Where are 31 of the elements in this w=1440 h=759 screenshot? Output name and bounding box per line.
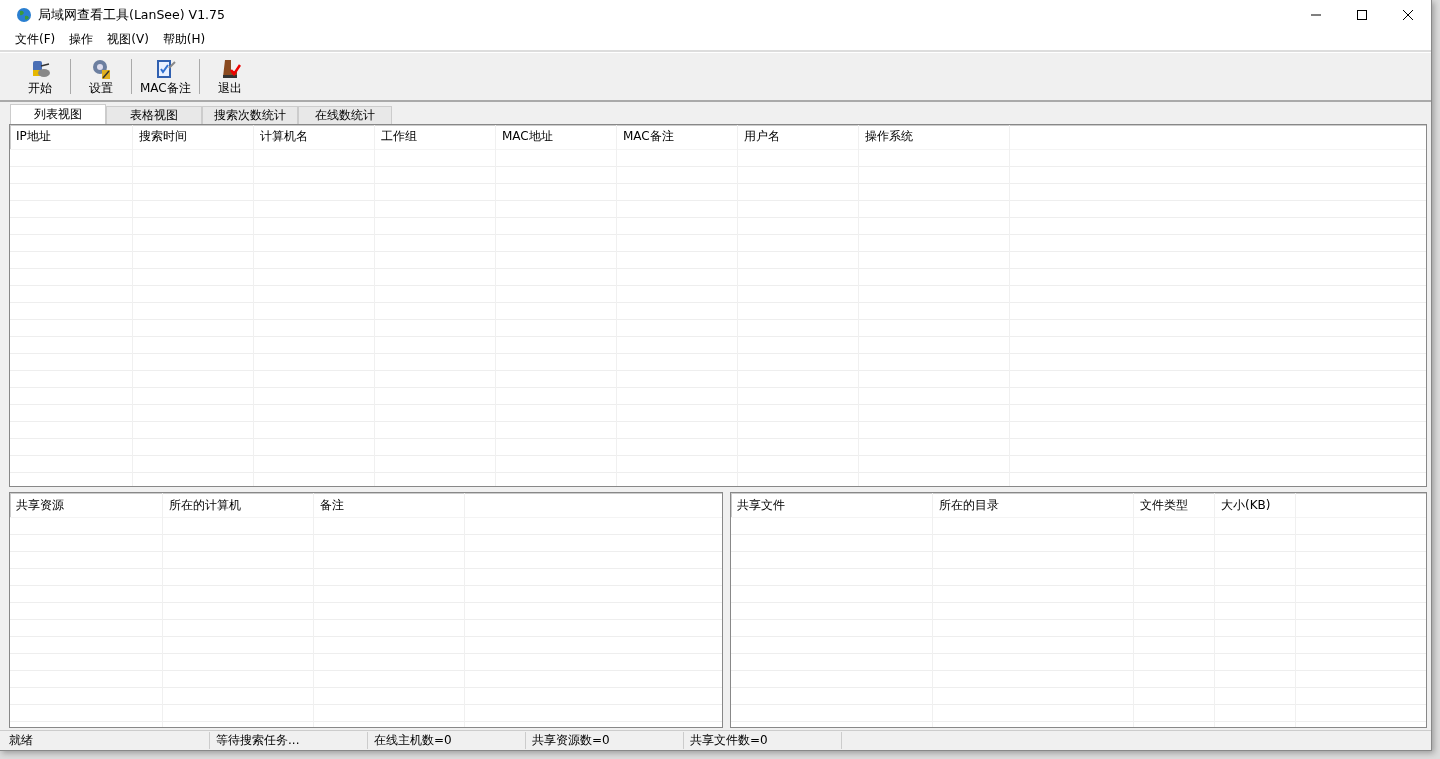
column-header[interactable]: 操作系统 (859, 124, 1009, 150)
maximize-icon (1357, 10, 1367, 20)
gear-icon (90, 57, 112, 80)
column-header[interactable]: 搜索时间 (133, 124, 253, 150)
column-header[interactable]: 用户名 (738, 124, 858, 150)
window-title: 局域网查看工具(LanSee) V1.75 (38, 6, 226, 24)
status-text: 在线主机数=0 (368, 732, 526, 750)
column-header[interactable]: MAC备注 (617, 124, 737, 150)
tab[interactable]: 表格视图 (106, 105, 202, 124)
toolbar-button[interactable]: 设置 (73, 55, 129, 100)
toolbar-button[interactable]: 退出 (201, 55, 258, 100)
menu-item[interactable]: 视图(V) (100, 31, 156, 49)
close-icon (1403, 10, 1413, 20)
tab[interactable]: 搜索次数统计 (202, 105, 298, 124)
menu-item[interactable]: 操作 (62, 31, 101, 49)
toolbar-button[interactable]: 开始 (12, 55, 68, 100)
status-text: 共享资源数=0 (526, 732, 684, 750)
status-text: 就绪 (0, 732, 210, 750)
status-text: 等待搜索任务... (210, 732, 368, 750)
column-header[interactable]: IP地址 (10, 124, 132, 150)
tab[interactable]: 在线数统计 (298, 105, 392, 124)
menu-item[interactable]: 帮助(H) (155, 31, 213, 49)
toolbar-button[interactable]: MAC备注 (134, 55, 197, 100)
column-header[interactable]: 工作组 (375, 124, 495, 150)
checked-note-icon (154, 57, 177, 80)
globe-icon (16, 7, 32, 23)
status-text: 共享文件数=0 (684, 732, 842, 750)
column-header[interactable]: MAC地址 (496, 124, 616, 150)
menu-item[interactable]: 文件(F) (8, 31, 63, 49)
column-header[interactable]: 计算机名 (254, 124, 374, 150)
tab[interactable]: 列表视图 (10, 103, 106, 124)
